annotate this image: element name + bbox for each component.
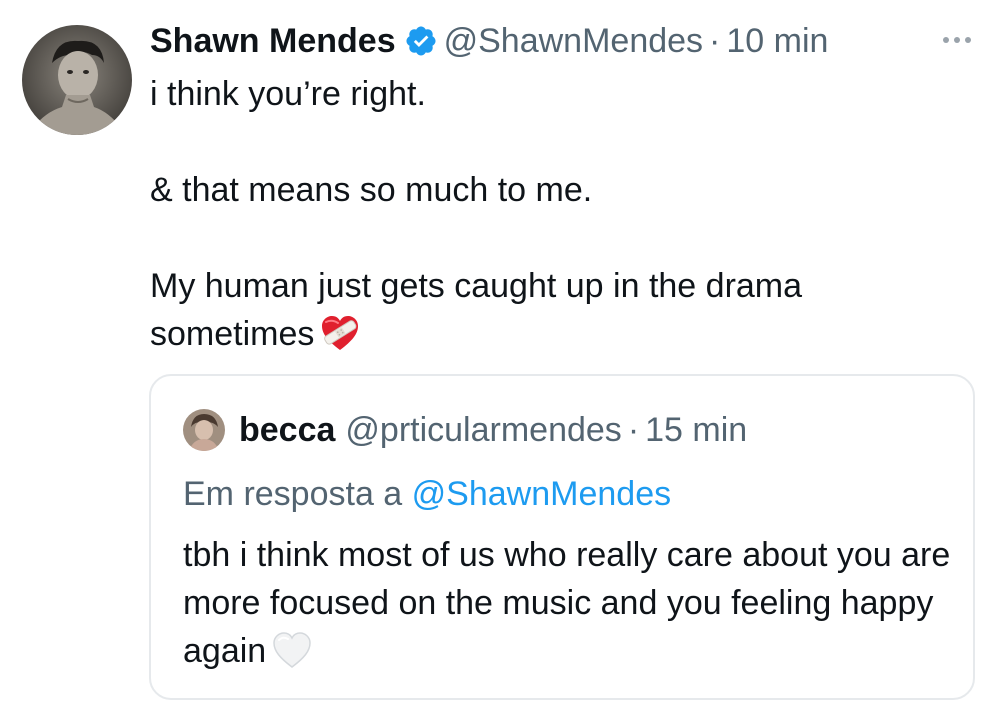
tweet-timestamp[interactable]: 10 min (726, 22, 828, 61)
reply-mention-link[interactable]: @ShawnMendes (412, 475, 671, 513)
tweet-paragraph: i think you’re right. (150, 75, 426, 113)
quoted-author-handle[interactable]: @prticularmendes (345, 411, 621, 450)
author-avatar[interactable] (22, 25, 132, 135)
quoted-tweet-header: becca @prticularmendes · 15 min (183, 408, 747, 452)
separator-dot: · (627, 410, 640, 449)
separator-dot: · (709, 21, 721, 60)
author-handle[interactable]: @ShawnMendes (444, 22, 703, 61)
more-options-icon[interactable] (940, 28, 974, 52)
reply-prefix: Em resposta a (183, 475, 403, 513)
author-name[interactable]: Shawn Mendes (150, 22, 396, 61)
quoted-author-avatar[interactable] (183, 409, 225, 451)
tweet-paragraph: My human just gets caught up in the dram… (150, 262, 950, 358)
verified-badge-icon (404, 24, 438, 58)
white-heart-icon (272, 631, 312, 671)
quoted-tweet-timestamp[interactable]: 15 min (645, 411, 747, 450)
tweet-paragraph: & that means so much to me. (150, 171, 593, 209)
quoted-author-name[interactable]: becca (239, 411, 335, 450)
tweet-paragraph-text: My human just gets caught up in the dram… (150, 267, 803, 353)
tweet-header: Shawn Mendes @ShawnMendes · 10 min (150, 18, 828, 64)
quoted-tweet-card[interactable]: becca @prticularmendes · 15 min Em respo… (149, 374, 975, 700)
mending-heart-icon (320, 314, 360, 354)
tweet-text: i think you’re right. & that means so mu… (150, 70, 950, 358)
quoted-tweet-text: tbh i think most of us who really care a… (183, 531, 953, 675)
reply-context: Em resposta a @ShawnMendes (183, 472, 671, 516)
